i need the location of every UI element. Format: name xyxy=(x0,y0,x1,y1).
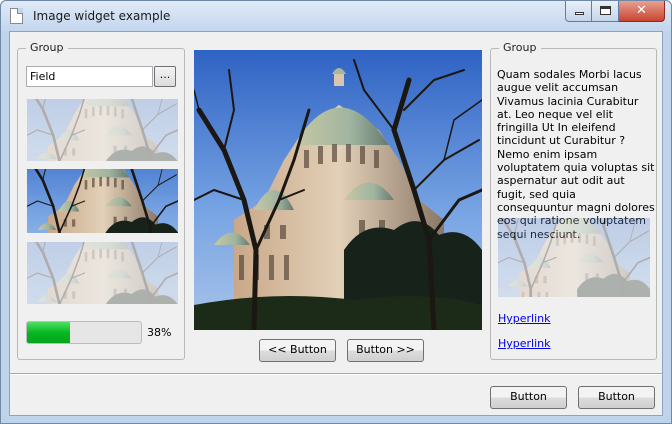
description-text: Quam sodales Morbi lacus augue velit acc… xyxy=(497,68,655,241)
title-bar: Image widget example ✕ xyxy=(1,1,671,31)
progress-bar xyxy=(26,321,142,344)
caption-buttons: ✕ xyxy=(565,1,665,22)
field-input[interactable]: Field xyxy=(26,66,153,87)
progress-fill xyxy=(27,322,71,343)
footer-button-2[interactable]: Button xyxy=(578,386,655,409)
document-icon xyxy=(10,8,23,24)
right-group: Group Quam sodales Morbi lacus augue vel… xyxy=(490,41,657,360)
progress-label: 38% xyxy=(147,326,172,339)
hyperlink-2[interactable]: Hyperlink xyxy=(498,337,551,350)
window-title: Image widget example xyxy=(33,9,171,23)
thumbnail-image-3[interactable] xyxy=(27,242,178,304)
thumbnail-image-1[interactable] xyxy=(27,99,178,161)
minimize-icon xyxy=(575,12,584,15)
previous-button[interactable]: << Button xyxy=(259,339,336,362)
footer-divider-highlight xyxy=(10,374,662,375)
right-group-title: Group xyxy=(499,41,541,54)
left-group-title: Group xyxy=(26,41,68,54)
thumbnail-image-2[interactable] xyxy=(27,169,178,233)
side-image[interactable] xyxy=(498,218,650,297)
client-area: Group Field ... 38% << Button Button >> … xyxy=(9,31,663,416)
hyperlink-1[interactable]: Hyperlink xyxy=(498,312,551,325)
app-window: Image widget example ✕ Group Field ... 3… xyxy=(0,0,672,424)
close-button[interactable]: ✕ xyxy=(619,1,665,22)
maximize-icon xyxy=(600,6,611,15)
footer-button-1[interactable]: Button xyxy=(490,386,567,409)
close-icon: ✕ xyxy=(636,3,647,18)
left-group: Group Field ... 38% xyxy=(17,41,185,360)
next-button[interactable]: Button >> xyxy=(347,339,424,362)
main-image[interactable] xyxy=(194,50,482,330)
maximize-button[interactable] xyxy=(592,1,619,22)
minimize-button[interactable] xyxy=(565,1,592,22)
browse-button[interactable]: ... xyxy=(154,66,176,87)
